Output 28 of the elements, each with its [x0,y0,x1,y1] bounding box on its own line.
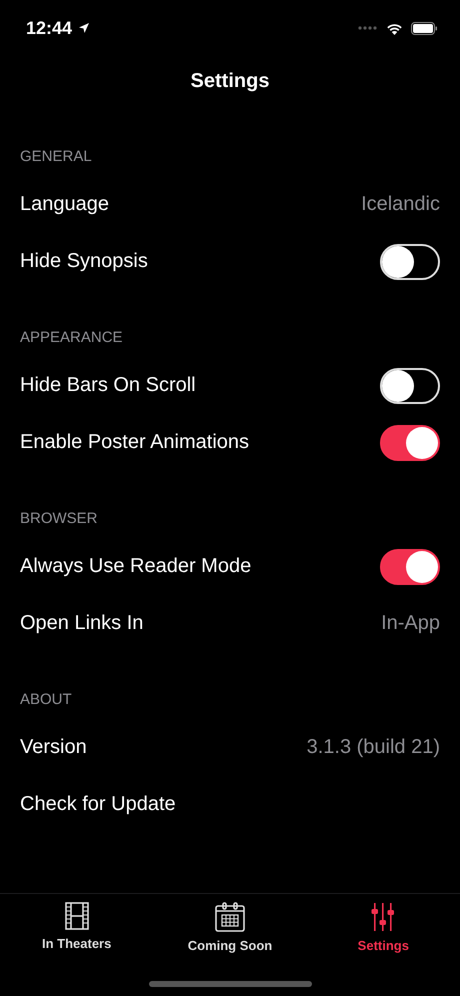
setting-label: Enable Poster Animations [20,431,250,454]
calendar-icon [214,902,245,932]
section-header: ABOUT [19,690,73,710]
setting-value: Icelandic [361,193,440,216]
battery-icon [411,22,438,34]
setting-label: Open Links In [20,612,144,635]
section-header: GENERAL [19,147,93,167]
setting-value: 3.1.3 (build 21) [306,736,440,759]
location-arrow-icon [78,22,90,34]
toggle-switch[interactable] [380,548,440,584]
signal-icon [358,26,378,30]
setting-label: Version [20,736,87,759]
tab-item[interactable]: Coming Soon [153,902,307,964]
tab-item[interactable]: Settings [306,902,460,964]
status-time: 12:44 [26,18,72,38]
setting-label: Check for Update [20,793,176,816]
film-strip-icon [62,902,91,930]
screen-title: Settings [190,70,270,92]
setting-label: Language [20,193,109,216]
setting-label: Hide Synopsis [20,250,148,273]
section-header: APPEARANCE [19,328,124,348]
setting-label: Always Use Reader Mode [20,555,252,578]
tab-item[interactable]: In Theaters [0,902,154,964]
section-header: BROWSER [19,509,99,529]
setting-value: In-App [381,612,440,635]
setting-label: Hide Bars On Scroll [20,374,196,397]
toggle-switch[interactable] [380,424,440,460]
wifi-icon [386,22,403,34]
